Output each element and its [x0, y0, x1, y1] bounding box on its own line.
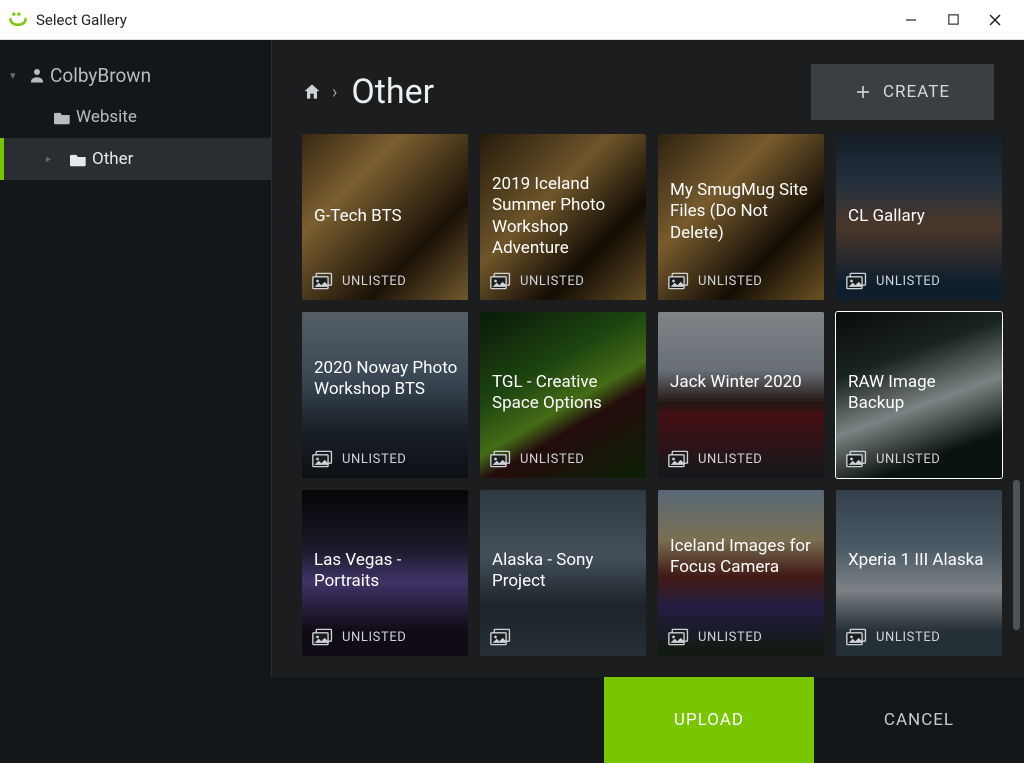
tree-folder-label: Other [92, 149, 133, 169]
gallery-card[interactable]: Jack Winter 2020 UNLISTED [658, 312, 824, 478]
gallery-status: UNLISTED [846, 628, 940, 646]
tree-folder-website[interactable]: Website [0, 96, 271, 138]
images-icon [312, 628, 334, 646]
gallery-title: 2019 Iceland Summer Photo Workshop Adven… [492, 174, 636, 259]
user-icon [28, 66, 50, 84]
gallery-title: Jack Winter 2020 [670, 372, 814, 393]
gallery-card[interactable]: CL Gallary UNLISTED [836, 134, 1002, 300]
gallery-status: UNLISTED [312, 450, 406, 468]
gallery-title: TGL - Creative Space Options [492, 372, 636, 415]
tree-user-node[interactable]: ▾ ColbyBrown [0, 54, 271, 96]
gallery-title: Xperia 1 III Alaska [848, 550, 992, 571]
images-icon [490, 450, 512, 468]
window-close-button[interactable] [986, 11, 1004, 29]
window-maximize-button[interactable] [944, 11, 962, 29]
gallery-title: Las Vegas - Portraits [314, 550, 458, 593]
gallery-title: 2020 Noway Photo Workshop BTS [314, 358, 458, 401]
images-icon [490, 628, 512, 646]
gallery-card[interactable]: 2020 Noway Photo Workshop BTS UNLISTED [302, 312, 468, 478]
folder-icon [70, 152, 92, 167]
gallery-title: CL Gallary [848, 206, 992, 227]
gallery-card[interactable]: Iceland Images for Focus Camera UNLISTED [658, 490, 824, 656]
gallery-card[interactable]: G-Tech BTS UNLISTED [302, 134, 468, 300]
images-icon [312, 450, 334, 468]
images-icon [846, 450, 868, 468]
home-icon[interactable] [302, 82, 322, 102]
app-logo-icon [8, 10, 28, 30]
create-button-label: CREATE [883, 82, 950, 102]
dialog-footer: UPLOAD CANCEL [0, 677, 1024, 763]
gallery-status: UNLISTED [490, 450, 584, 468]
gallery-card[interactable]: RAW Image Backup UNLISTED [836, 312, 1002, 478]
gallery-card[interactable]: My SmugMug Site Files (Do Not Delete) UNL… [658, 134, 824, 300]
gallery-card[interactable]: TGL - Creative Space Options UNLISTED [480, 312, 646, 478]
breadcrumb: › Other [302, 72, 434, 112]
gallery-status: UNLISTED [668, 450, 762, 468]
gallery-card[interactable]: Xperia 1 III Alaska UNLISTED [836, 490, 1002, 656]
gallery-card[interactable]: Las Vegas - Portraits UNLISTED [302, 490, 468, 656]
folder-tree-sidebar: ▾ ColbyBrown Website ▸ Other [0, 40, 272, 677]
gallery-status: UNLISTED [668, 272, 762, 290]
gallery-status: UNLISTED [312, 272, 406, 290]
window-title: Select Gallery [36, 11, 902, 29]
gallery-title: G-Tech BTS [314, 206, 458, 227]
gallery-title: Iceland Images for Focus Camera [670, 536, 814, 579]
gallery-status: UNLISTED [846, 450, 940, 468]
upload-button[interactable]: UPLOAD [604, 677, 814, 763]
images-icon [312, 272, 334, 290]
tree-folder-other[interactable]: ▸ Other [0, 138, 271, 180]
titlebar: Select Gallery [0, 0, 1024, 40]
page-title: Other [351, 72, 434, 112]
gallery-status: UNLISTED [312, 628, 406, 646]
window-minimize-button[interactable] [902, 11, 920, 29]
gallery-card[interactable]: 2019 Iceland Summer Photo Workshop Adven… [480, 134, 646, 300]
images-icon [668, 628, 690, 646]
folder-icon [54, 110, 76, 125]
scrollbar-thumb[interactable] [1013, 480, 1020, 630]
create-button[interactable]: CREATE [811, 64, 994, 120]
gallery-title: Alaska - Sony Project [492, 550, 636, 593]
gallery-grid: G-Tech BTS UNLISTED 2019 Iceland Summer Ph… [302, 134, 1004, 656]
gallery-status: UNLISTED [490, 272, 584, 290]
gallery-status: UNLISTED [668, 628, 762, 646]
chevron-right-icon: ▸ [46, 154, 51, 165]
images-icon [846, 272, 868, 290]
chevron-down-icon: ▾ [10, 69, 28, 82]
gallery-title: RAW Image Backup [848, 372, 992, 415]
gallery-status [490, 628, 520, 646]
cancel-button[interactable]: CANCEL [814, 677, 1024, 763]
images-icon [668, 272, 690, 290]
images-icon [490, 272, 512, 290]
tree-folder-label: Website [76, 107, 137, 127]
chevron-right-icon: › [332, 82, 337, 103]
gallery-status: UNLISTED [846, 272, 940, 290]
images-icon [846, 628, 868, 646]
images-icon [668, 450, 690, 468]
gallery-card[interactable]: Alaska - Sony Project [480, 490, 646, 656]
plus-icon [855, 84, 871, 100]
gallery-title: My SmugMug Site Files (Do Not Delete) [670, 180, 814, 244]
tree-user-label: ColbyBrown [50, 64, 151, 87]
